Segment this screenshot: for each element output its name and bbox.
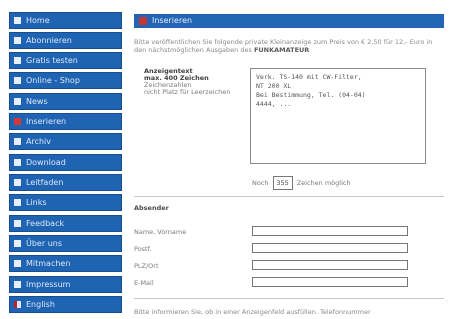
- ad-text-label-block: Anzeigentext max. 400 Zeichen Zeichenzah…: [144, 68, 254, 96]
- sidebar-item-archiv[interactable]: Archiv: [9, 133, 122, 150]
- main-content: Inserieren Bitte veröffentlichen Sie fol…: [134, 0, 451, 319]
- divider: [134, 196, 444, 197]
- contact-section-title: Absender: [134, 204, 169, 212]
- sidebar-item-label: Inserieren: [26, 117, 67, 126]
- sidebar-item-online-shop[interactable]: Online - Shop: [9, 72, 122, 89]
- bullet-icon: [14, 77, 21, 84]
- ad-text-textarea[interactable]: Verk. TS-140 mit CW-Filter, NT 200 XL Be…: [250, 68, 426, 164]
- sidebar-item-label: Home: [26, 16, 50, 25]
- name-input[interactable]: [252, 226, 408, 236]
- sidebar-item-download[interactable]: Download: [9, 154, 122, 171]
- email-label: E-Mail: [134, 279, 154, 287]
- sidebar-item-impressum[interactable]: Impressum: [9, 276, 122, 293]
- postfach-input[interactable]: [252, 243, 408, 253]
- sidebar-item-label: News: [26, 97, 48, 106]
- sidebar-item-label: Mitmachen: [26, 259, 71, 268]
- page-title: Inserieren: [152, 16, 193, 25]
- char-counter-suffix: Zeichen möglich: [296, 179, 351, 187]
- bullet-icon: [14, 220, 21, 227]
- sidebar-item-label: Impressum: [26, 280, 71, 289]
- sidebar-item-gratis-testen[interactable]: Gratis testen: [9, 52, 122, 69]
- section-header: Inserieren: [134, 14, 444, 28]
- flag-icon: [14, 301, 21, 308]
- sidebar-item-mitmachen[interactable]: Mitmachen: [9, 255, 122, 272]
- plz-ort-label: PLZ/Ort: [134, 262, 159, 270]
- email-input[interactable]: [252, 277, 408, 287]
- postfach-label: Postf.: [134, 245, 152, 253]
- char-counter: Noch 355 Zeichen möglich: [252, 176, 351, 190]
- sidebar-item-inserieren[interactable]: Inserieren: [9, 113, 122, 130]
- sidebar-item-label: English: [26, 300, 55, 309]
- sidebar-item-label: Feedback: [26, 219, 65, 228]
- bullet-icon: [14, 159, 21, 166]
- bullet-icon: [14, 179, 21, 186]
- bullet-icon: [14, 17, 21, 24]
- divider: [134, 298, 444, 299]
- bullet-icon: [14, 281, 21, 288]
- sidebar-item-label: Links: [26, 198, 47, 207]
- intro-text: Bitte veröffentlichen Sie folgende priva…: [134, 38, 444, 54]
- flag-icon: [14, 118, 21, 125]
- sidebar-item-news[interactable]: News: [9, 93, 122, 110]
- sidebar-item-home[interactable]: Home: [9, 12, 122, 29]
- sidebar-item-label: Online - Shop: [26, 76, 80, 85]
- bullet-icon: [14, 260, 21, 267]
- bullet-icon: [14, 240, 21, 247]
- sidebar-item-ueber-uns[interactable]: Über uns: [9, 235, 122, 252]
- sidebar-item-label: Download: [26, 158, 66, 167]
- sidebar-item-english[interactable]: English: [9, 296, 122, 313]
- sidebar-item-links[interactable]: Links: [9, 194, 122, 211]
- ad-text-hint: nicht Platz für Leerzeichen: [144, 88, 231, 96]
- intro-emphasis: FUNKAMATEUR: [253, 46, 310, 54]
- sidebar-item-abonnieren[interactable]: Abonnieren: [9, 32, 122, 49]
- bullet-icon: [14, 98, 21, 105]
- sidebar-item-label: Gratis testen: [26, 56, 78, 65]
- sidebar-nav: Home Abonnieren Gratis testen Online - S…: [0, 0, 128, 319]
- char-counter-prefix: Noch: [252, 179, 269, 187]
- sidebar-item-label: Archiv: [26, 137, 52, 146]
- bullet-icon: [14, 199, 21, 206]
- bullet-icon: [14, 138, 21, 145]
- section-icon: [139, 17, 147, 25]
- sidebar-item-leitfaden[interactable]: Leitfaden: [9, 174, 122, 191]
- sidebar-item-label: Über uns: [26, 239, 62, 248]
- sidebar-item-feedback[interactable]: Feedback: [9, 215, 122, 232]
- bullet-icon: [14, 37, 21, 44]
- plz-ort-input[interactable]: [252, 260, 408, 270]
- sidebar-item-label: Leitfaden: [26, 178, 64, 187]
- char-count-field: 355: [272, 176, 293, 190]
- bullet-icon: [14, 57, 21, 64]
- sidebar-item-label: Abonnieren: [26, 36, 72, 45]
- footer-note: Bitte informieren Sie, ob in einer Anzei…: [134, 308, 371, 316]
- name-label: Name, Vorname: [134, 228, 187, 236]
